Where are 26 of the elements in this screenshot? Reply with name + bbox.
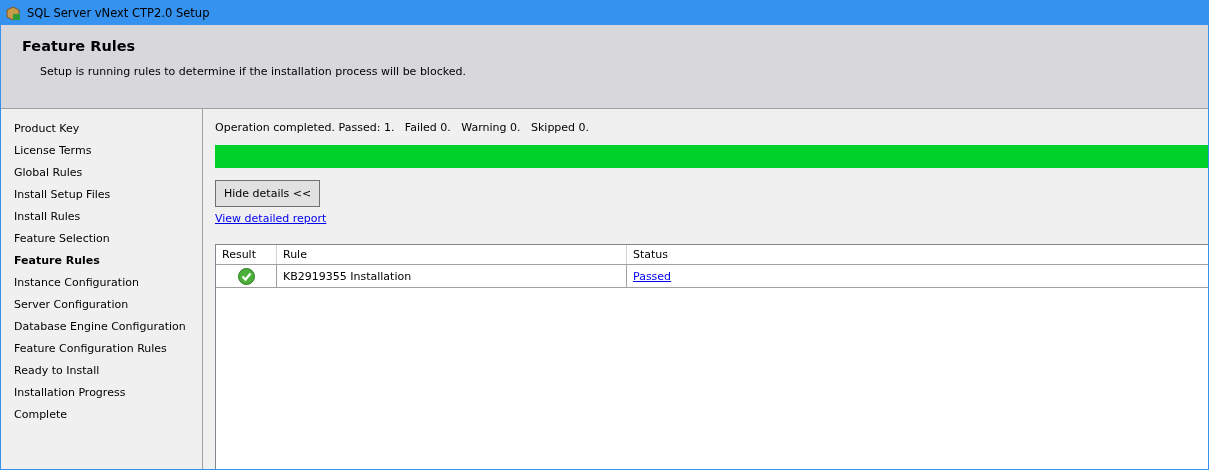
box-icon <box>5 4 21 21</box>
page-description: Setup is running rules to determine if the installation process will be blocked. <box>40 65 467 78</box>
sidebar-item[interactable]: Feature Selection <box>1 231 202 253</box>
page-title: Feature Rules <box>22 38 137 54</box>
status-link[interactable]: Passed <box>633 269 672 283</box>
sidebar-item[interactable]: Feature Rules <box>1 253 202 275</box>
column-header: Status <box>632 247 670 263</box>
table-cell: KB2919355 Installation <box>277 265 627 287</box>
view-report-link[interactable]: View detailed report <box>215 212 327 225</box>
hide-details-button[interactable]: Hide details << <box>215 180 321 207</box>
sidebar-item[interactable]: Install Rules <box>1 209 202 231</box>
window-title: SQL Server vNext CTP2.0 Setup <box>27 5 210 20</box>
sidebar-item[interactable]: License Terms <box>1 143 202 165</box>
sidebar-item[interactable]: Server Configuration <box>1 297 202 319</box>
sidebar-item[interactable]: Install Setup Files <box>1 187 202 209</box>
sidebar-item[interactable]: Complete <box>1 407 202 429</box>
column-header: Rule <box>277 245 627 264</box>
sidebar-item[interactable]: Installation Progress <box>1 385 202 407</box>
status-message: Operation completed. Passed: 1. Failed 0. Warning 0. Skipped 0. <box>215 121 590 136</box>
sidebar-item[interactable]: Database Engine Configuration <box>1 319 202 341</box>
sidebar-item[interactable]: Global Rules <box>1 165 202 187</box>
sidebar-item[interactable]: Feature Configuration Rules <box>1 341 202 363</box>
column-header: Result <box>216 245 277 264</box>
sidebar-item[interactable]: Product Key <box>1 121 202 143</box>
sidebar-item[interactable]: Instance Configuration <box>1 275 202 297</box>
sidebar-item[interactable]: Ready to Install <box>1 363 202 385</box>
